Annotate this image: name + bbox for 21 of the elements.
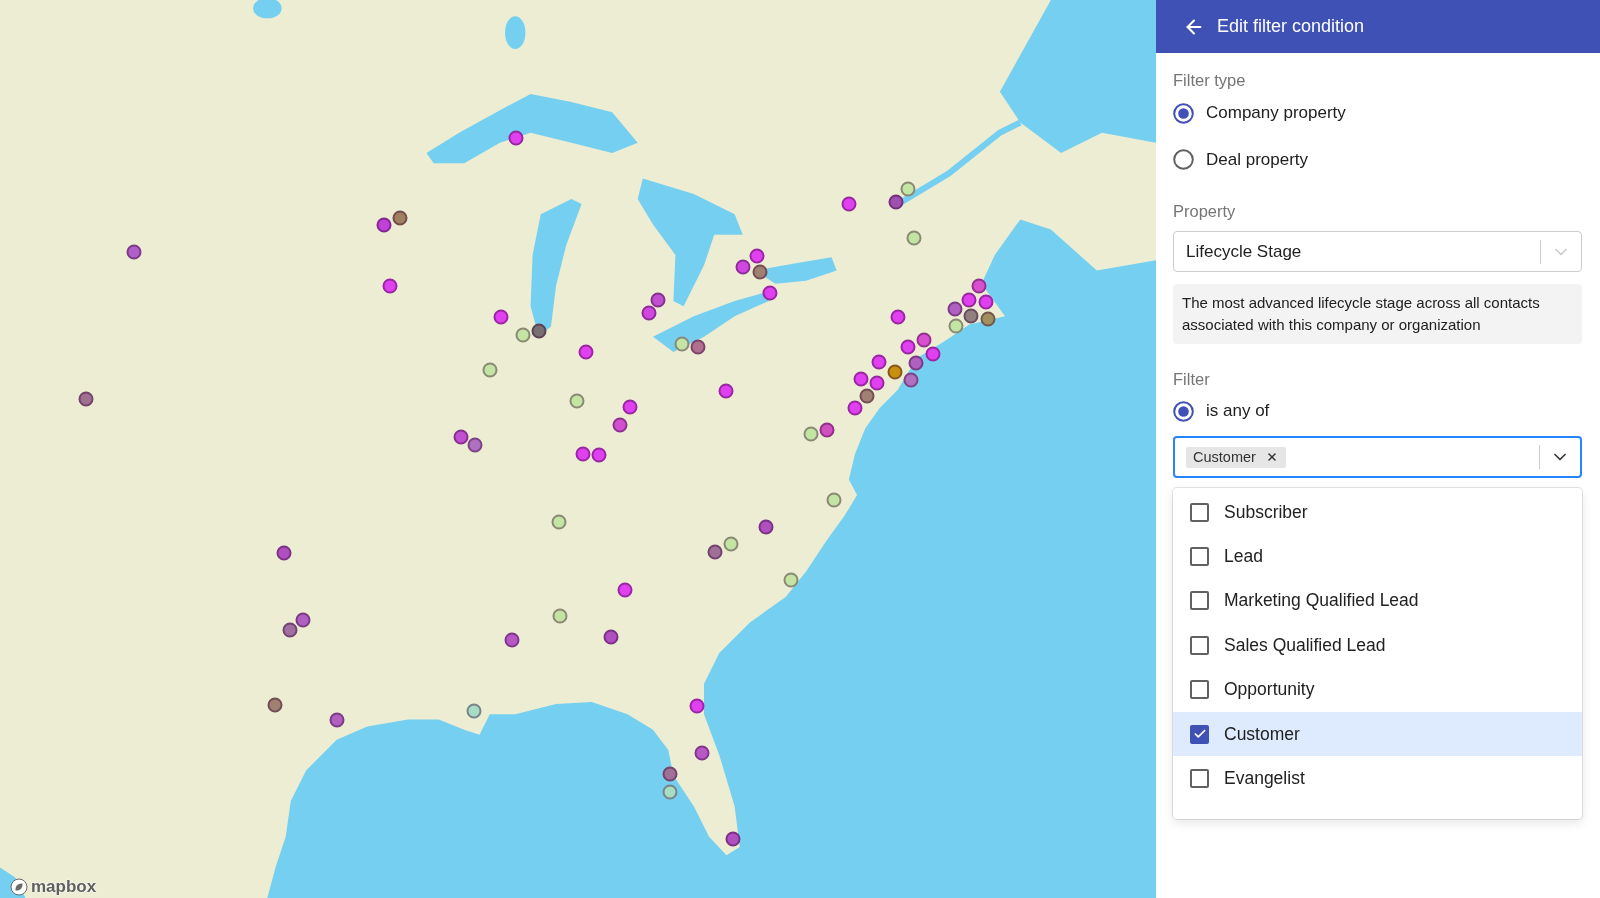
radio-option[interactable]: Deal property [1173,136,1309,183]
logo-wordmark[interactable]: mapbox [31,878,97,896]
panel-title: Edit filter condition [1217,16,1365,37]
radio-option[interactable]: is any of [1173,389,1270,433]
section-label: Filter [1173,369,1211,389]
logo-icon [10,878,28,896]
menu-option[interactable]: Marketing Qualified Lead [1173,578,1582,624]
menu-option[interactable]: Subscriber [1173,490,1582,535]
menu-option[interactable]: Customer [1173,711,1582,757]
property-description: The most advanced lifecycle stage across all contacts associated with this company or organization [1173,284,1582,344]
menu-option[interactable]: Opportunity [1173,667,1582,712]
section-label: Filter type [1173,70,1247,90]
menu-option[interactable]: Lead [1173,534,1582,579]
menu-option[interactable]: Sales Qualified Lead [1173,623,1582,668]
property-select[interactable]: Lifecycle Stage [1173,231,1582,272]
close-icon[interactable] [1265,451,1278,463]
menu-option[interactable]: Evangelist [1173,756,1582,801]
chip-label: Customer [1193,449,1256,465]
filter-value-select[interactable]: Customer [1173,436,1582,478]
radio-option[interactable]: Company property [1173,90,1346,137]
section-label: Property [1173,201,1237,221]
